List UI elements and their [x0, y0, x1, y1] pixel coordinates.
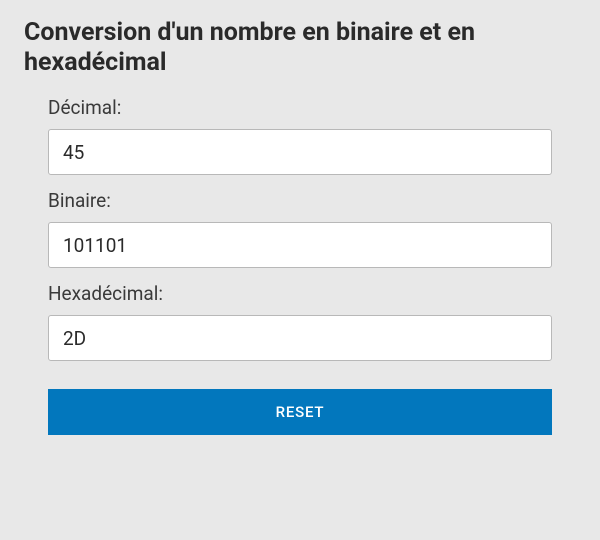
hex-label: Hexadécimal: [48, 282, 552, 305]
binary-label: Binaire: [48, 189, 552, 212]
binary-input[interactable] [48, 222, 552, 268]
decimal-label: Décimal: [48, 96, 552, 119]
decimal-input[interactable] [48, 129, 552, 175]
binary-group: Binaire: [24, 189, 576, 268]
reset-button[interactable]: RESET [48, 389, 552, 435]
page-title: Conversion d'un nombre en binaire et en … [24, 18, 576, 78]
decimal-group: Décimal: [24, 96, 576, 175]
hex-group: Hexadécimal: [24, 282, 576, 361]
hex-input[interactable] [48, 315, 552, 361]
button-wrap: RESET [24, 389, 576, 435]
